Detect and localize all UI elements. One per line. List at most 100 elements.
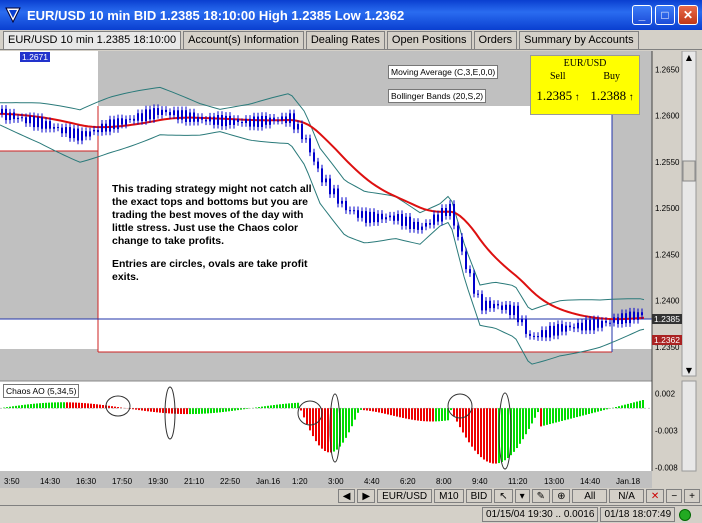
sell-value[interactable]: 1.2385 — [536, 88, 572, 103]
bollinger-bands-label[interactable]: Bollinger Bands (20,S,2) — [388, 89, 487, 103]
candle-body — [333, 188, 335, 195]
scrollbar-thumb[interactable] — [682, 160, 696, 182]
candle-body — [297, 124, 299, 130]
all-button[interactable]: All — [572, 489, 608, 503]
tab-open-positions[interactable]: Open Positions — [386, 31, 472, 49]
candle-body — [169, 112, 171, 116]
candle-body — [81, 131, 83, 141]
price-type-button[interactable]: BID — [465, 489, 493, 503]
maximize-button[interactable]: □ — [655, 5, 675, 25]
dropdown-icon[interactable]: ▾ — [514, 489, 530, 503]
time-tick-label: 6:20 — [400, 477, 416, 486]
ao-scrollbar[interactable] — [681, 380, 697, 472]
price-panel-area-left — [0, 51, 98, 151]
candle-body — [325, 178, 327, 183]
tab-bar: EUR/USD 10 min 1.2385 18:10:00 Account(s… — [0, 30, 702, 50]
candle-body — [513, 305, 515, 316]
time-tick-label: 13:00 — [544, 477, 565, 486]
time-tick-label: 1:20 — [292, 477, 308, 486]
candle-body — [353, 210, 355, 212]
candle-body — [437, 214, 439, 222]
chart-area[interactable]: 1.2650 1.2600 1.2550 1.2500 1.2450 1.2400 1.23… — [0, 51, 702, 523]
tab-orders[interactable]: Orders — [473, 31, 518, 49]
candle-body — [465, 251, 467, 270]
zoom-icon[interactable]: ⊕ — [552, 489, 571, 503]
scroll-right-button[interactable]: ▶ — [357, 489, 376, 503]
candle-body — [73, 128, 75, 139]
timeframe-button[interactable]: M10 — [434, 489, 464, 503]
candle-body — [329, 178, 331, 195]
candle-body — [69, 127, 71, 139]
tab-summary-by-accounts[interactable]: Summary by Accounts — [519, 31, 639, 49]
na-button[interactable]: N/A — [609, 489, 644, 503]
candle-body — [637, 312, 639, 320]
candle-body — [177, 110, 179, 120]
candle-body — [257, 116, 259, 127]
price-tick-label: 1.2550 — [655, 158, 680, 167]
price-tick-label: 1.2500 — [655, 204, 680, 213]
candle-body — [317, 161, 319, 169]
tab-dealing-rates[interactable]: Dealing Rates — [305, 31, 385, 49]
candle-body — [441, 208, 443, 222]
candle-body — [17, 117, 19, 120]
candle-body — [445, 208, 447, 216]
candle-body — [77, 128, 79, 141]
time-tick-label: 14:30 — [40, 477, 61, 486]
candle-body — [41, 117, 43, 129]
candle-body — [449, 203, 451, 216]
buy-value[interactable]: 1.2388 — [590, 88, 626, 103]
draw-tool-icon[interactable]: ✎ — [531, 489, 551, 503]
candle-body — [261, 115, 263, 127]
price-chart[interactable]: 1.2650 1.2600 1.2550 1.2500 1.2450 1.2400 1.23… — [0, 51, 702, 488]
sell-label[interactable]: Sell — [550, 71, 566, 82]
candle-body — [113, 119, 115, 130]
time-tick-label: 19:30 — [148, 477, 169, 486]
candle-body — [581, 322, 583, 331]
candle-body — [369, 211, 371, 223]
candle-body — [9, 112, 11, 121]
price-tick-label: 1.2400 — [655, 297, 680, 306]
candle-body — [401, 214, 403, 226]
zoom-in-button[interactable]: + — [684, 489, 700, 503]
candle-body — [37, 117, 39, 128]
candle-body — [237, 118, 239, 123]
tab-chart[interactable]: EUR/USD 10 min 1.2385 18:10:00 — [3, 31, 182, 49]
rate-box[interactable]: EUR/USD Sell Buy 1.2385 ↑ 1.2388 ↑ — [530, 55, 640, 115]
candle-body — [473, 273, 475, 294]
price-scrollbar[interactable] — [681, 51, 697, 377]
moving-average-label[interactable]: Moving Average (C,3,E,0,0) — [388, 65, 499, 79]
candle-body — [517, 305, 519, 323]
scroll-left-button[interactable]: ◀ — [337, 489, 356, 503]
tab-account-information[interactable]: Account(s) Information — [183, 31, 304, 49]
status-bar: 01/15/04 19:30 .. 0.0016 01/18 18:07:49 — [0, 505, 702, 523]
svg-text:▲: ▲ — [686, 53, 693, 62]
candle-body — [357, 210, 359, 218]
delete-icon[interactable]: ✕ — [645, 489, 665, 503]
close-button[interactable]: ✕ — [678, 5, 698, 25]
candle-body — [417, 221, 419, 230]
candle-body — [233, 118, 235, 125]
candle-body — [45, 121, 47, 129]
buy-label[interactable]: Buy — [603, 71, 620, 82]
candle-body — [577, 322, 579, 329]
candle-body — [57, 127, 59, 129]
strategy-note: This trading strategy might not catch al… — [112, 183, 322, 294]
candle-body — [221, 114, 223, 127]
candle-body — [433, 214, 435, 225]
time-tick-label: Jan.18 — [616, 477, 641, 486]
candle-body — [525, 319, 527, 334]
candle-body — [289, 113, 291, 124]
cursor-tool-icon[interactable]: ↖ — [494, 489, 513, 503]
chaos-ao-label[interactable]: Chaos AO (5,34,5) — [3, 384, 80, 398]
candle-body — [489, 300, 491, 309]
zoom-out-button[interactable]: − — [666, 489, 683, 503]
candle-body — [133, 118, 135, 121]
candle-body — [593, 319, 595, 331]
candle-body — [589, 319, 591, 331]
candle-body — [101, 123, 103, 133]
minimize-button[interactable]: _ — [632, 5, 652, 25]
candle-body — [501, 305, 503, 310]
candle-body — [165, 109, 167, 113]
candle-body — [5, 108, 7, 121]
instrument-button[interactable]: EUR/USD — [377, 489, 433, 503]
